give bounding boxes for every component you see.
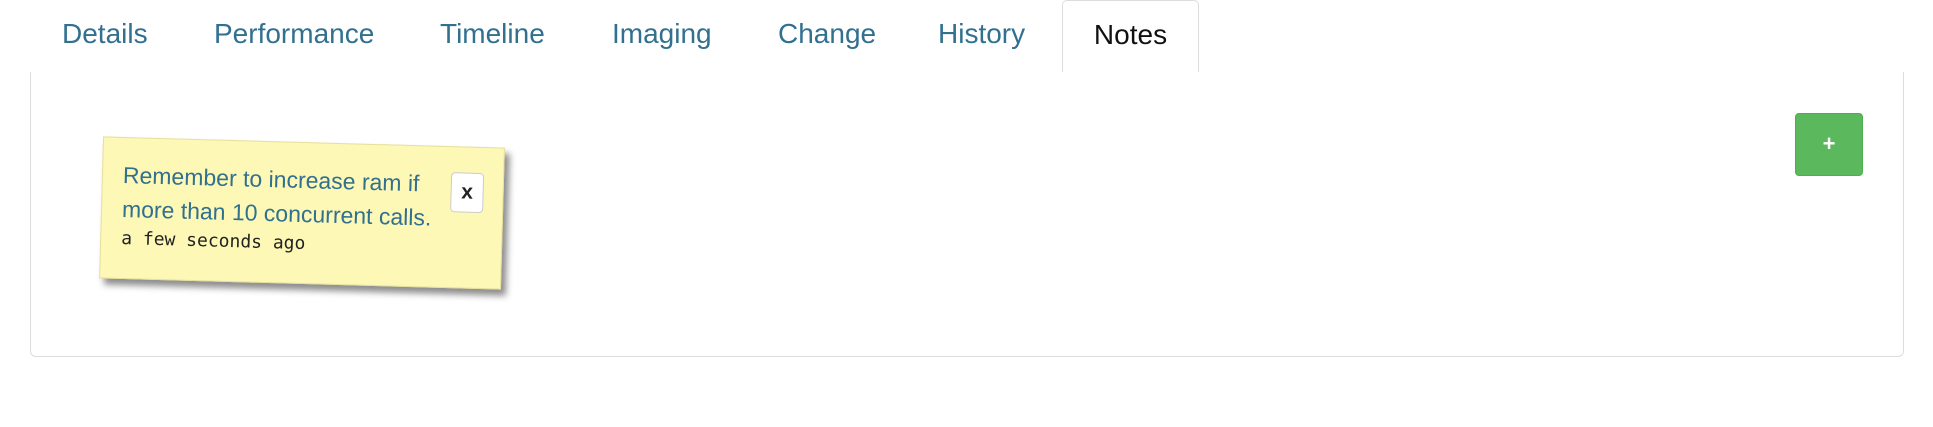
add-note-button[interactable]: + [1795,113,1863,176]
note-text: Remember to increase ram if more than 10… [121,161,432,231]
note-timestamp: a few seconds ago [120,227,306,255]
tab-details[interactable]: Details [62,0,148,73]
tab-notes[interactable]: Notes [1062,0,1199,73]
tab-imaging[interactable]: Imaging [612,0,712,73]
tab-change[interactable]: Change [778,0,876,73]
tab-performance[interactable]: Performance [214,0,374,73]
tab-history[interactable]: History [938,0,1025,73]
note-close-button[interactable]: x [450,172,485,214]
tab-timeline[interactable]: Timeline [440,0,545,73]
tab-bar: Details Performance Timeline Imaging Cha… [30,0,1904,73]
sticky-note: Remember to increase ram if more than 10… [99,136,505,290]
